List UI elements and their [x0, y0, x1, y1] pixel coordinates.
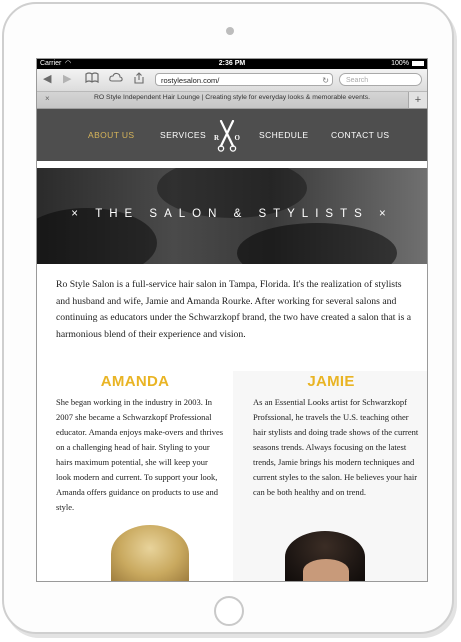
nav-contact-us[interactable]: CONTACT US [331, 130, 389, 140]
close-tab-icon[interactable]: × [45, 94, 50, 103]
search-input[interactable]: Search [339, 73, 422, 86]
hero-banner: × THE SALON & STYLISTS × [37, 168, 427, 264]
address-bar[interactable]: rostylesalon.com/ ↻ [155, 73, 333, 86]
intro-paragraph: Ro Style Salon is a full-service hair sa… [56, 279, 412, 340]
refresh-icon[interactable]: ↻ [322, 74, 329, 87]
stylist-card-amanda: AMANDA She began working in the industry… [37, 371, 233, 581]
stylist-name: AMANDA [100, 373, 170, 390]
tab-title[interactable]: RO Style Independent Hair Lounge | Creat… [67, 94, 397, 101]
home-button[interactable] [214, 596, 244, 626]
nav-about-us[interactable]: ABOUT US [88, 130, 135, 140]
share-icon[interactable] [133, 72, 145, 88]
back-arrow-icon[interactable]: ◀ [43, 72, 51, 86]
tablet-frame: Carrier ◠ 2:36 PM 100% ◀ ▶ rostylesalon.… [2, 2, 454, 634]
bookmarks-icon[interactable] [85, 72, 99, 87]
battery-icon [412, 61, 424, 66]
logo-letter-r: R [214, 134, 220, 142]
battery-percent: 100% [391, 60, 409, 67]
hero-title-text: THE SALON & STYLISTS [95, 208, 369, 220]
site-logo[interactable]: R O [214, 119, 240, 152]
logo-letter-o: O [234, 134, 240, 142]
stylist-photo-jamie-face [303, 559, 349, 581]
front-camera [226, 27, 234, 35]
stylist-bio: She began working in the industry in 200… [56, 397, 224, 512]
stylist-name: JAMIE [307, 373, 355, 390]
stylist-bio: As an Essential Looks artist for Schwarz… [253, 397, 419, 497]
status-bar: Carrier ◠ 2:36 PM 100% [37, 59, 427, 69]
stylist-card-jamie: JAMIE As an Essential Looks artist for S… [233, 371, 427, 581]
forward-arrow-icon[interactable]: ▶ [63, 72, 71, 86]
icloud-tabs-icon[interactable] [109, 72, 123, 86]
tablet-screen: Carrier ◠ 2:36 PM 100% ◀ ▶ rostylesalon.… [36, 58, 428, 582]
hero-chair-shape-2 [237, 223, 397, 264]
stylist-photo-amanda [111, 525, 189, 581]
url-text: rostylesalon.com/ [161, 76, 220, 85]
hero-title: × THE SALON & STYLISTS × [71, 208, 393, 220]
clock: 2:36 PM [218, 60, 246, 67]
hero-spacer [37, 161, 427, 168]
new-tab-button[interactable]: + [408, 92, 427, 108]
site-navbar: ABOUT US SERVICES R O SCHEDULE CONTACT U… [37, 109, 427, 161]
nav-services[interactable]: SERVICES [160, 130, 206, 140]
tab-bar: × RO Style Independent Hair Lounge | Cre… [37, 92, 427, 109]
nav-schedule[interactable]: SCHEDULE [259, 130, 309, 140]
browser-toolbar: ◀ ▶ rostylesalon.com/ ↻ Search [37, 69, 427, 92]
